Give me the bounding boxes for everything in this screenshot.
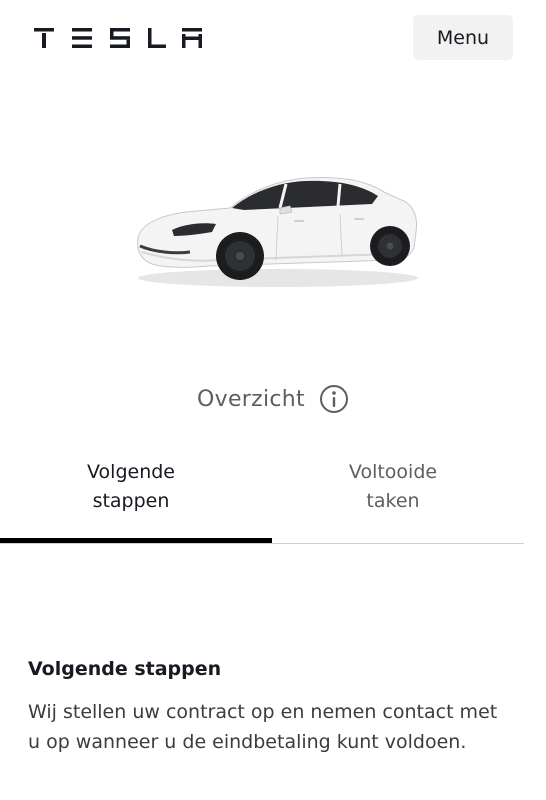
tesla-logo[interactable] (34, 28, 202, 48)
menu-button[interactable]: Menu (413, 15, 513, 60)
section-title: Volgende stappen (28, 658, 222, 680)
tab-completed-tasks-label: Voltooide taken (348, 461, 438, 512)
page: Menu Overzicht Volgende stappen Voltooid… (0, 0, 546, 800)
tab-divider (0, 543, 524, 544)
tab-completed-tasks[interactable]: Voltooide taken (262, 458, 524, 544)
overview-title: Overzicht (197, 386, 305, 412)
section-description: Wij stellen uw contract op en nemen cont… (28, 701, 498, 753)
overview-header: Overzicht (0, 384, 546, 414)
car-image (137, 177, 418, 287)
tab-bar: Volgende stappen Voltooide taken (0, 458, 524, 544)
info-icon[interactable] (319, 384, 349, 414)
active-tab-indicator (0, 538, 272, 543)
tab-next-steps[interactable]: Volgende stappen (0, 458, 262, 544)
tab-next-steps-label: Volgende stappen (87, 461, 175, 512)
